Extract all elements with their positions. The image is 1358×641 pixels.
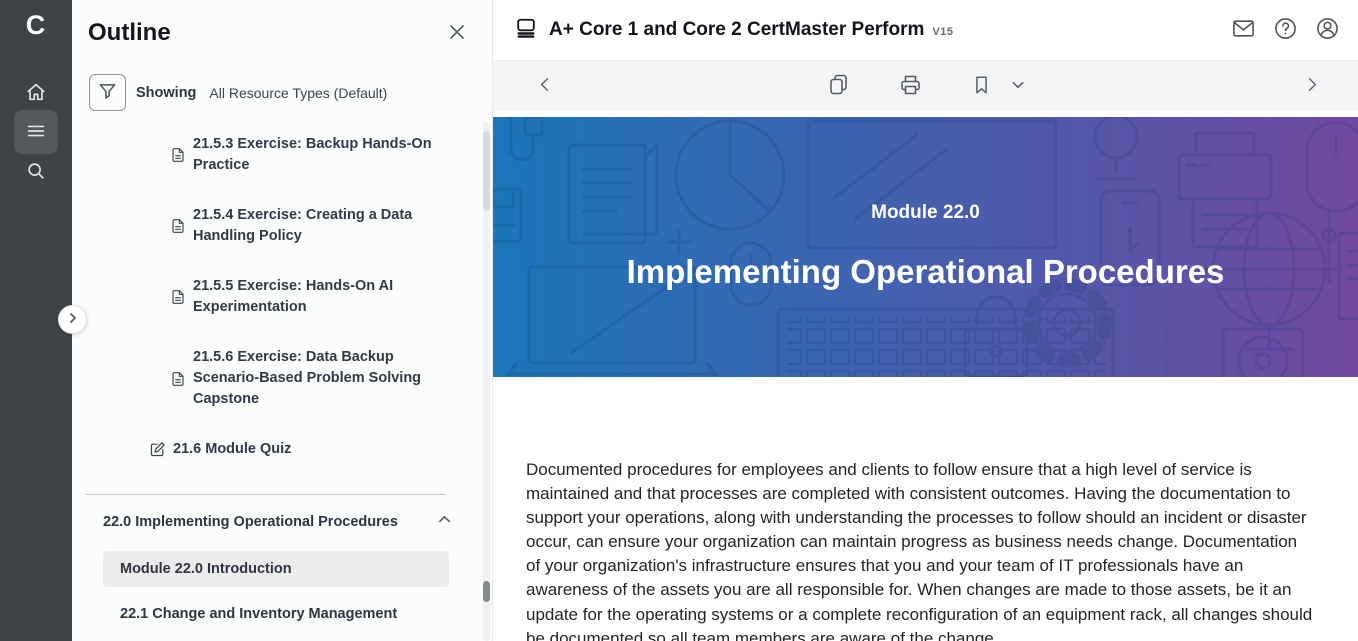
banner-title: Implementing Operational Procedures [493,253,1358,291]
outline-item-label: 21.5.6 Exercise: Data Backup Scenario-Ba… [193,347,459,410]
outline-section-label: 22.0 Implementing Operational Procedures [103,514,398,530]
mail-icon [1231,16,1256,44]
document-icon [170,218,186,234]
course-header: A+ Core 1 and Core 2 CertMaster Perform … [493,0,1358,61]
quiz-edit-icon [149,441,166,458]
outline-item-label: 21.5.5 Exercise: Hands-On AI Experimenta… [193,276,459,318]
outline-item[interactable]: 21.5.3 Exercise: Backup Hands-On Practic… [72,134,492,176]
banner-module-label: Module 22.0 [493,202,1358,224]
outline-scrollbar-thumb[interactable] [483,581,490,602]
outline-section-header[interactable]: 22.0 Implementing Operational Procedures [72,495,492,532]
chevron-up-icon [437,512,452,532]
next-page-button[interactable] [1302,75,1322,98]
outline-item[interactable]: 21.5.4 Exercise: Creating a Data Handlin… [72,205,492,247]
home-icon [25,81,47,106]
outline-panel: Outline Showing All Resource Types (Defa… [72,0,493,641]
filter-button[interactable] [89,74,126,111]
search-icon [25,160,47,185]
outline-item-label: 22.1 Change and Inventory Management [120,606,397,622]
module-banner: Module 22.0 Implementing Operational Pro… [493,117,1358,377]
outline-scrollbar-thumb-upper[interactable] [483,131,490,211]
outline-item[interactable]: 21.5.5 Exercise: Hands-On AI Experimenta… [72,276,492,318]
course-title: A+ Core 1 and Core 2 CertMaster Perform [549,19,924,41]
back-arrow-icon [535,75,555,98]
lesson-toolbar [493,61,1358,111]
home-button[interactable] [14,71,58,115]
outline-item-label: 21.5.3 Exercise: Backup Hands-On Practic… [193,134,459,176]
filter-row: Showing All Resource Types (Default) [89,74,492,111]
document-icon [170,289,186,305]
outline-title: Outline [88,19,171,47]
mail-button[interactable] [1231,16,1256,44]
filter-label: Showing [136,85,196,101]
outline-item-label: Module 22.0 Introduction [120,559,292,580]
document-icon [170,147,186,163]
chevron-right-icon [67,312,79,327]
close-outline-button[interactable] [448,23,466,44]
course-book-icon [515,17,537,44]
lesson-paragraph: Documented procedures for employees and … [526,458,1315,641]
previous-page-button[interactable] [535,75,555,98]
outline-item[interactable]: 21.5.6 Exercise: Data Backup Scenario-Ba… [72,347,492,410]
panel-collapse-toggle[interactable] [58,305,87,334]
help-button[interactable] [1273,16,1298,44]
outline-item-label: 21.6 Module Quiz [173,439,291,460]
bookmark-icon [970,74,992,99]
app-root: C Outline [0,0,1358,641]
search-button[interactable] [14,150,58,194]
help-icon [1273,16,1298,44]
copy-icon [826,73,850,100]
chevron-down-icon [1010,77,1025,95]
filter-funnel-icon [98,82,117,104]
banner-pattern [493,117,1358,377]
outline-item-active[interactable]: Module 22.0 Introduction [103,551,449,587]
main-content: A+ Core 1 and Core 2 CertMaster Perform … [493,0,1358,641]
course-version-badge: V15 [932,26,953,38]
outline-menu-icon [25,120,47,145]
copy-button[interactable] [826,73,850,100]
comptia-logo: C [0,10,72,41]
document-icon [170,371,186,387]
outline-item-quiz[interactable]: 21.6 Module Quiz [72,439,492,460]
filter-value[interactable]: All Resource Types (Default) [209,85,387,101]
outline-subsection[interactable]: 22.1 Change and Inventory Management [72,604,492,625]
print-button[interactable] [898,73,922,100]
bookmark-button[interactable] [970,74,992,99]
outline-item-label: 21.5.4 Exercise: Creating a Data Handlin… [193,205,459,247]
close-icon [448,23,466,44]
account-icon [1315,16,1340,44]
print-icon [898,73,922,100]
bookmark-menu-button[interactable] [1010,77,1025,95]
next-arrow-icon [1302,75,1322,98]
outline-menu-button[interactable] [14,110,58,154]
outline-list: 21.5.3 Exercise: Backup Hands-On Practic… [72,134,492,460]
account-button[interactable] [1315,16,1340,44]
